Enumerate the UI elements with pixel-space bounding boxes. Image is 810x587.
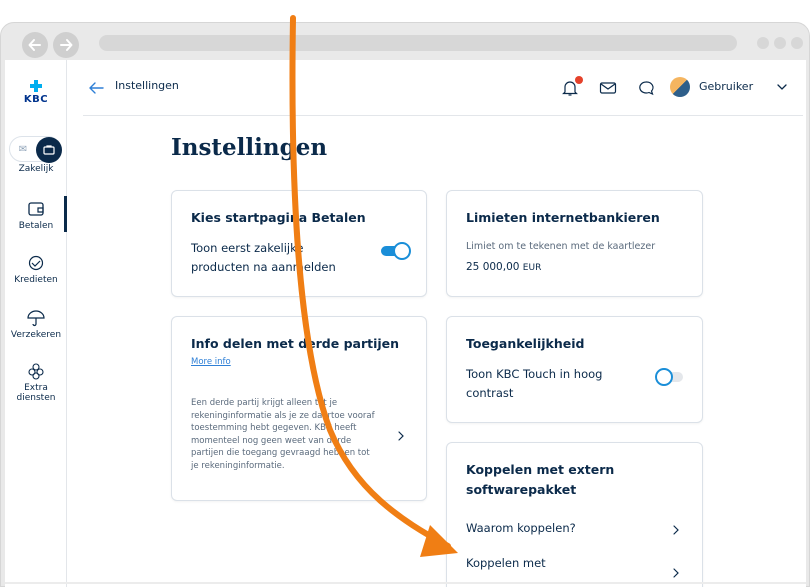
card-title: softwarepakket — [466, 482, 577, 497]
chevron-right-icon[interactable] — [396, 430, 406, 442]
umbrella-icon — [27, 310, 45, 327]
startpage-toggle[interactable] — [381, 242, 411, 260]
card-title: Koppelen met extern — [466, 462, 615, 477]
card-startpage: Kies startpagina Betalen Toon eerst zake… — [171, 190, 427, 297]
profile-switch[interactable]: ✉ — [9, 136, 62, 163]
description-line: momenteel nog geen weet van derde — [191, 435, 352, 446]
card-accessibility: Toegankelijkheid Toon KBC Touch in hoog … — [446, 316, 703, 423]
window-dot[interactable] — [774, 37, 786, 49]
avatar[interactable] — [670, 77, 690, 97]
mail-icon[interactable] — [598, 78, 618, 98]
chevron-down-icon[interactable] — [775, 80, 789, 94]
sidebar-item-verzekeren[interactable]: Verzekeren — [5, 309, 67, 340]
flower-icon — [28, 363, 44, 380]
card-connect-software: Koppelen met extern softwarepakket Waaro… — [446, 442, 703, 587]
sidebar: KBC ✉ Zakelijk Betalen Kredieten Verzeke… — [5, 60, 67, 587]
description-line: toestemming hebt gegeven. KBC heeft — [191, 423, 357, 433]
card-text: producten na aanmelden — [191, 260, 336, 274]
limit-currency: EUR — [522, 263, 542, 273]
private-mail-icon[interactable]: ✉ — [16, 143, 30, 157]
card-text: Toon eerst zakelijke — [191, 241, 304, 255]
card-limits[interactable]: Limieten internetbankieren Limiet om te … — [446, 190, 703, 297]
arrow-left-icon[interactable] — [87, 79, 105, 97]
card-share-info[interactable]: Info delen met derde partijen More info … — [171, 316, 427, 501]
card-text: contrast — [466, 386, 514, 400]
toggle-knob — [655, 368, 673, 386]
toggle-knob — [393, 242, 411, 260]
chevron-right-icon[interactable] — [671, 567, 681, 579]
handshake-icon — [28, 255, 44, 271]
card-title: Info delen met derde partijen — [191, 336, 400, 351]
description-line: partijen die toegang gevraagd hebben tot — [191, 448, 370, 458]
browser-forward-button[interactable] — [53, 32, 79, 58]
card-text: Toon KBC Touch in hoog — [466, 367, 603, 381]
app-content: KBC ✉ Zakelijk Betalen Kredieten Verzeke… — [5, 60, 806, 587]
more-info-link[interactable]: More info — [191, 357, 231, 367]
logo-text: KBC — [23, 94, 49, 105]
page-title: Instellingen — [171, 134, 328, 161]
bottom-edge — [5, 582, 806, 584]
sidebar-item-zakelijk[interactable]: Zakelijk — [5, 164, 67, 174]
sidebar-item-label: Kredieten — [14, 275, 58, 285]
sidebar-item-label: Verzekeren — [10, 330, 62, 340]
description-line: rekeninginformatie als je ze daartoe voo… — [191, 410, 375, 421]
header: Instellingen Gebruiker — [67, 60, 806, 116]
card-title: Limieten internetbankieren — [466, 210, 660, 225]
window-dot[interactable] — [791, 37, 803, 49]
chat-icon[interactable] — [636, 78, 656, 98]
chevron-right-icon[interactable] — [671, 524, 681, 536]
share-description: Een derde partij krijgt alleen tot je re… — [191, 397, 375, 472]
description-line: Een derde partij krijgt alleen tot je — [191, 398, 338, 408]
sidebar-item-label: diensten — [16, 393, 56, 403]
business-briefcase-icon[interactable] — [36, 137, 62, 163]
arrow-left-icon — [28, 39, 41, 51]
kbc-logo[interactable]: KBC — [20, 80, 52, 106]
active-indicator — [64, 196, 67, 232]
browser-back-button[interactable] — [22, 32, 48, 58]
address-bar[interactable] — [99, 35, 737, 51]
notification-badge — [575, 76, 583, 84]
why-connect-link[interactable]: Waarom koppelen? — [466, 519, 576, 538]
sidebar-item-extra-diensten[interactable]: Extra diensten — [5, 362, 67, 403]
wallet-icon — [28, 202, 44, 216]
kbc-logo-mark-icon — [30, 80, 42, 92]
limit-amount: 25 000,00 — [466, 261, 520, 273]
card-title: Kies startpagina Betalen — [191, 210, 366, 225]
contrast-toggle[interactable] — [655, 368, 685, 386]
sidebar-item-label: Zakelijk — [18, 164, 54, 174]
breadcrumb: Instellingen — [115, 79, 179, 92]
user-name[interactable]: Gebruiker — [699, 80, 753, 93]
connect-with-link[interactable]: Koppelen met — [466, 554, 546, 573]
browser-toolbar — [1, 23, 809, 63]
sidebar-item-betalen[interactable]: Betalen — [5, 200, 67, 231]
sidebar-item-label: Extra — [24, 383, 48, 393]
description-line: je rekeninginformatie. — [191, 460, 285, 471]
sidebar-item-kredieten[interactable]: Kredieten — [5, 254, 67, 285]
limit-amount-row: 25 000,00 EUR — [466, 261, 541, 273]
window-dot[interactable] — [757, 37, 769, 49]
card-title: Toegankelijkheid — [466, 336, 585, 351]
arrow-right-icon — [60, 39, 73, 51]
limit-subtitle: Limiet om te tekenen met de kaartlezer — [466, 241, 656, 252]
divider — [83, 115, 803, 116]
sidebar-item-label: Betalen — [18, 221, 54, 231]
